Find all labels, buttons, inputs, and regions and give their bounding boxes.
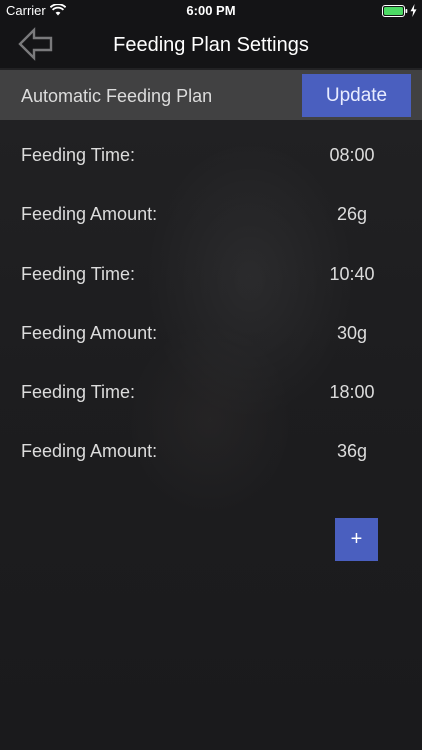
feeding-amount-label: Feeding Amount:: [21, 322, 158, 343]
status-bar: Carrier 6:00 PM: [0, 0, 422, 22]
feeding-time-label: Feeding Time:: [21, 145, 136, 165]
feeding-amount-label: Feeding Amount:: [21, 441, 158, 462]
feeding-amount-value[interactable]: 30g: [300, 323, 404, 344]
feeding-time-value[interactable]: 10:40: [300, 264, 404, 285]
feeding-time-value[interactable]: 08:00: [300, 145, 404, 166]
battery-icon: [382, 5, 408, 17]
automatic-plan-label: Automatic Feeding Plan: [21, 86, 213, 106]
add-feeding-button[interactable]: +: [335, 518, 378, 561]
feeding-time-label: Feeding Time:: [21, 263, 136, 284]
feeding-amount-value[interactable]: 36g: [300, 441, 404, 462]
feeding-time-row: Feeding Time: 18:00: [0, 357, 422, 416]
feeding-time-row: Feeding Time: 10:40: [0, 239, 422, 298]
update-button[interactable]: Update: [302, 74, 411, 117]
feeding-amount-row: Feeding Amount: 26g: [0, 179, 422, 238]
feeding-plan-list: Feeding Time: 08:00 Feeding Amount: 26g …: [0, 120, 422, 476]
feeding-amount-row: Feeding Amount: 30g: [0, 298, 422, 357]
automatic-plan-header: Automatic Feeding Plan Update: [0, 70, 422, 120]
feeding-amount-label: Feeding Amount:: [21, 204, 158, 225]
feeding-time-row: Feeding Time: 08:00: [0, 120, 422, 179]
feeding-amount-row: Feeding Amount: 36g: [0, 416, 422, 475]
navigation-bar: Feeding Plan Settings: [0, 22, 422, 68]
feeding-amount-value[interactable]: 26g: [300, 204, 404, 225]
feeding-time-value[interactable]: 18:00: [300, 382, 404, 403]
charging-bolt-icon: [410, 4, 417, 17]
feeding-time-label: Feeding Time:: [21, 382, 136, 403]
status-time: 6:00 PM: [186, 3, 236, 18]
page-title: Feeding Plan Settings: [113, 34, 309, 56]
